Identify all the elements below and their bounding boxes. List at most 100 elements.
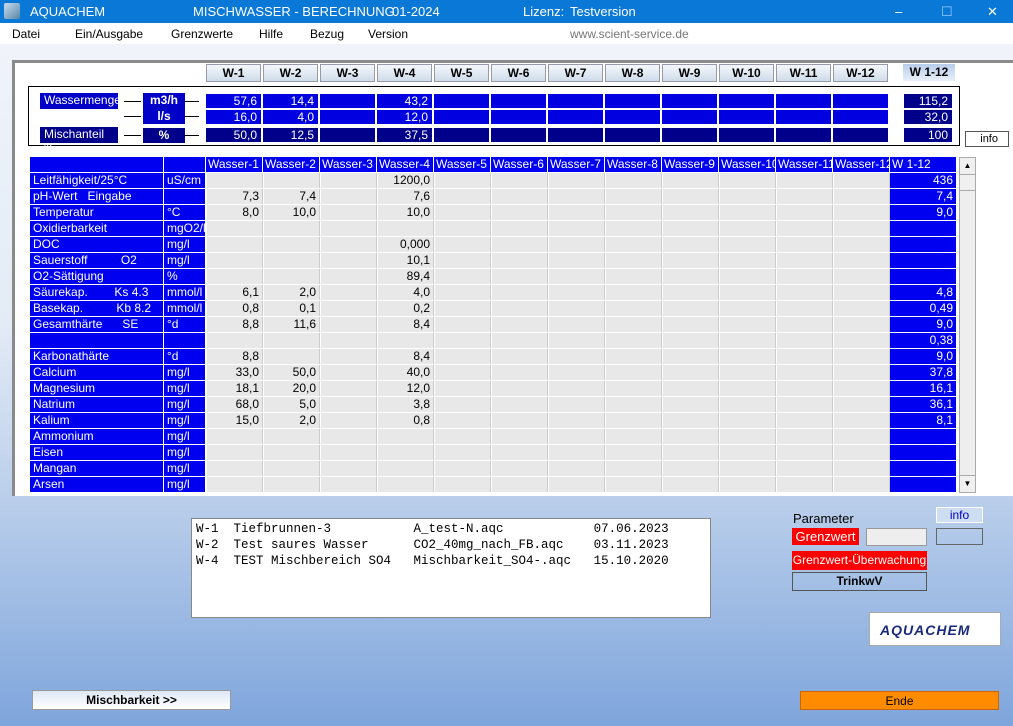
table-cell[interactable]: 2,0 xyxy=(264,413,320,428)
well-button-w-12[interactable]: W-12 xyxy=(833,64,888,82)
table-cell[interactable] xyxy=(663,413,719,428)
table-cell[interactable] xyxy=(549,237,605,252)
flow-m3h-cell[interactable] xyxy=(605,94,660,108)
table-cell[interactable] xyxy=(777,221,833,236)
table-cell[interactable] xyxy=(264,221,320,236)
well-button-w-3[interactable]: W-3 xyxy=(320,64,375,82)
table-cell[interactable] xyxy=(321,285,377,300)
well-button-w-7[interactable]: W-7 xyxy=(548,64,603,82)
well-button-w-9[interactable]: W-9 xyxy=(662,64,717,82)
grenzwert-input[interactable] xyxy=(866,528,927,546)
table-cell[interactable] xyxy=(378,221,434,236)
table-cell[interactable] xyxy=(378,333,434,348)
flow-ls-cell[interactable] xyxy=(320,110,375,124)
mischbarkeit-button[interactable]: Mischbarkeit >> xyxy=(32,690,231,710)
table-cell[interactable]: 2,0 xyxy=(264,285,320,300)
scroll-thumb[interactable] xyxy=(960,175,975,191)
table-cell[interactable] xyxy=(435,269,491,284)
table-cell[interactable] xyxy=(264,269,320,284)
table-cell[interactable] xyxy=(777,237,833,252)
table-cell[interactable] xyxy=(777,365,833,380)
table-cell[interactable] xyxy=(606,333,662,348)
table-cell[interactable] xyxy=(606,269,662,284)
table-cell[interactable]: 6,1 xyxy=(207,285,263,300)
table-cell[interactable] xyxy=(777,269,833,284)
table-cell[interactable] xyxy=(207,173,263,188)
table-cell[interactable] xyxy=(606,205,662,220)
well-button-w-11[interactable]: W-11 xyxy=(776,64,831,82)
table-cell[interactable] xyxy=(720,205,776,220)
table-cell[interactable] xyxy=(492,205,548,220)
table-cell[interactable] xyxy=(720,365,776,380)
table-cell[interactable] xyxy=(549,253,605,268)
table-cell[interactable] xyxy=(720,221,776,236)
table-cell[interactable] xyxy=(492,253,548,268)
table-cell[interactable] xyxy=(492,461,548,476)
table-cell[interactable]: 5,0 xyxy=(264,397,320,412)
table-cell[interactable] xyxy=(549,221,605,236)
flow-m3h-cell[interactable] xyxy=(548,94,603,108)
table-cell[interactable] xyxy=(549,349,605,364)
flow-pct-cell[interactable] xyxy=(548,128,603,142)
table-cell[interactable]: 11,6 xyxy=(264,317,320,332)
table-cell[interactable] xyxy=(321,461,377,476)
table-cell[interactable] xyxy=(663,221,719,236)
table-cell[interactable] xyxy=(720,477,776,492)
table-cell[interactable] xyxy=(777,205,833,220)
table-cell[interactable] xyxy=(435,317,491,332)
table-cell[interactable] xyxy=(378,445,434,460)
table-cell[interactable] xyxy=(435,349,491,364)
table-cell[interactable] xyxy=(834,461,890,476)
table-cell[interactable] xyxy=(264,253,320,268)
table-cell[interactable] xyxy=(264,445,320,460)
table-cell[interactable] xyxy=(321,397,377,412)
table-cell[interactable] xyxy=(492,333,548,348)
table-cell[interactable]: 0,000 xyxy=(378,237,434,252)
table-cell[interactable] xyxy=(777,173,833,188)
table-cell[interactable] xyxy=(435,413,491,428)
table-cell[interactable] xyxy=(378,477,434,492)
info-button[interactable]: info xyxy=(965,131,1009,147)
table-cell[interactable] xyxy=(492,477,548,492)
table-cell[interactable]: 15,0 xyxy=(207,413,263,428)
table-cell[interactable] xyxy=(207,253,263,268)
table-cell[interactable] xyxy=(663,285,719,300)
flow-m3h-cell[interactable] xyxy=(719,94,774,108)
file-list[interactable]: W-1 Tiefbrunnen-3 A_test-N.aqc 07.06.202… xyxy=(191,518,711,618)
flow-pct-cell[interactable]: 37,5 xyxy=(377,128,432,142)
flow-ls-cell[interactable] xyxy=(434,110,489,124)
table-cell[interactable] xyxy=(321,253,377,268)
table-cell[interactable] xyxy=(834,365,890,380)
table-cell[interactable] xyxy=(720,253,776,268)
table-cell[interactable] xyxy=(720,269,776,284)
flow-pct-cell[interactable] xyxy=(719,128,774,142)
table-cell[interactable] xyxy=(834,477,890,492)
table-cell[interactable] xyxy=(435,301,491,316)
table-cell[interactable] xyxy=(435,477,491,492)
table-cell[interactable] xyxy=(663,349,719,364)
table-cell[interactable] xyxy=(207,269,263,284)
well-button-w-5[interactable]: W-5 xyxy=(434,64,489,82)
table-cell[interactable] xyxy=(777,397,833,412)
table-cell[interactable] xyxy=(834,301,890,316)
table-cell[interactable] xyxy=(549,269,605,284)
table-cell[interactable] xyxy=(606,429,662,444)
table-cell[interactable] xyxy=(321,381,377,396)
table-cell[interactable] xyxy=(435,365,491,380)
table-cell[interactable] xyxy=(663,269,719,284)
table-cell[interactable] xyxy=(435,333,491,348)
table-cell[interactable]: 7,4 xyxy=(264,189,320,204)
table-cell[interactable] xyxy=(663,253,719,268)
trinkwv-button[interactable]: TrinkwV xyxy=(792,572,927,591)
minimize-button[interactable]: – xyxy=(895,4,902,19)
table-cell[interactable] xyxy=(606,445,662,460)
flow-ls-cell[interactable]: 4,0 xyxy=(263,110,318,124)
table-cell[interactable] xyxy=(207,237,263,252)
table-cell[interactable] xyxy=(435,397,491,412)
table-cell[interactable] xyxy=(834,445,890,460)
flow-m3h-cell[interactable] xyxy=(776,94,831,108)
table-cell[interactable] xyxy=(321,237,377,252)
flow-ls-cell[interactable] xyxy=(833,110,888,124)
table-cell[interactable] xyxy=(378,429,434,444)
table-cell[interactable] xyxy=(549,477,605,492)
